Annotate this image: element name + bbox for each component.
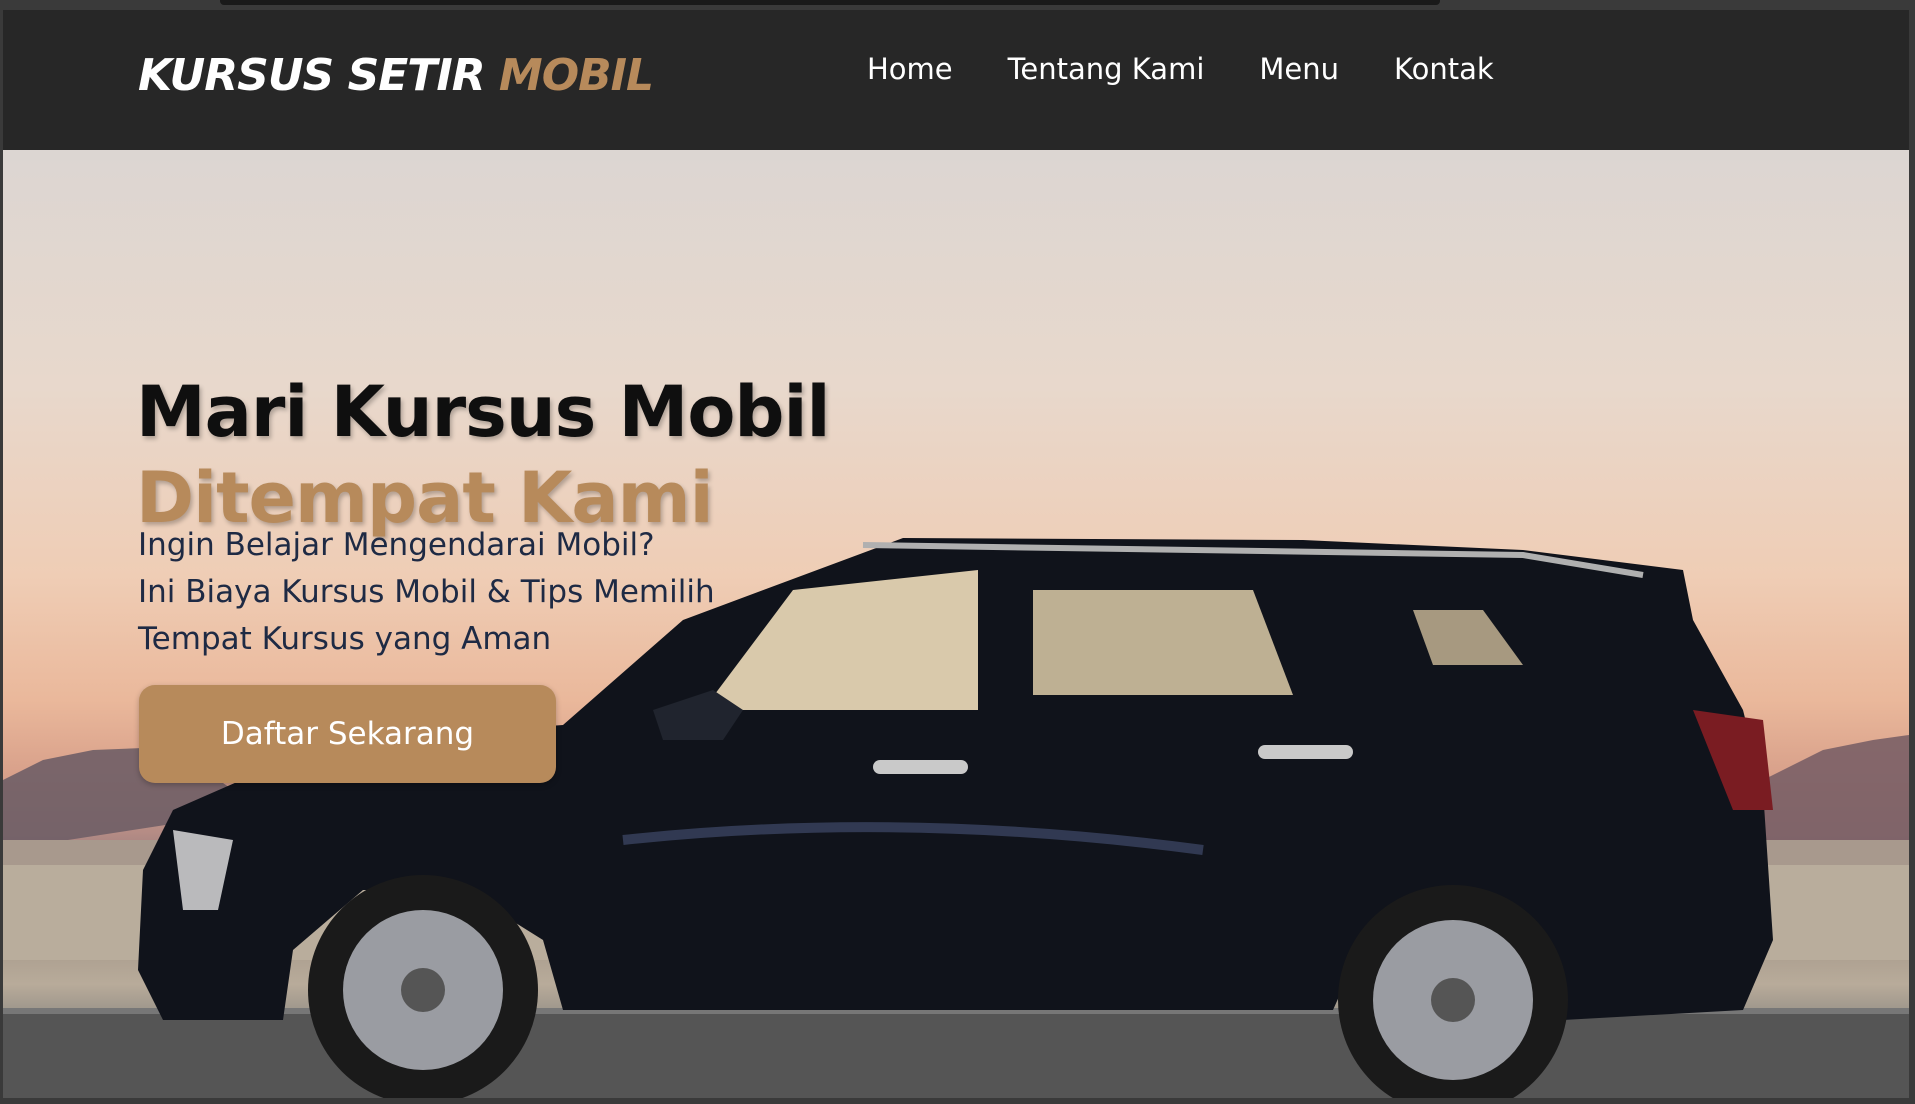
hero-subtitle: Ingin Belajar Mengendarai Mobil? Ini Bia… xyxy=(138,522,715,663)
window-top-strip xyxy=(220,0,1440,5)
logo-text-primary: KURSUS SETIR xyxy=(138,50,499,101)
front-wheel-hub xyxy=(401,968,445,1012)
nav-link-kontak[interactable]: Kontak xyxy=(1394,52,1494,87)
main-nav: Home Tentang Kami Menu Kontak xyxy=(867,52,1549,87)
nav-link-tentang-kami[interactable]: Tentang Kami xyxy=(1008,52,1205,87)
rear-wheel-hub xyxy=(1431,978,1475,1022)
nav-link-menu[interactable]: Menu xyxy=(1259,52,1339,87)
door-handle-rear xyxy=(1258,745,1353,759)
daftar-sekarang-button[interactable]: Daftar Sekarang xyxy=(139,685,556,783)
navbar: KURSUS SETIR MOBIL Home Tentang Kami Men… xyxy=(3,10,1909,150)
hero-subtitle-line: Ingin Belajar Mengendarai Mobil? xyxy=(138,527,655,563)
car-window-middle xyxy=(1033,590,1293,695)
site-logo[interactable]: KURSUS SETIR MOBIL xyxy=(138,54,654,98)
hero-section: Mari Kursus Mobil Ditempat Kami Ingin Be… xyxy=(3,150,1909,1098)
door-handle-front xyxy=(873,760,968,774)
hero-title: Mari Kursus Mobil Ditempat Kami xyxy=(136,369,831,541)
logo-text-accent: MOBIL xyxy=(498,50,654,101)
browser-frame: KURSUS SETIR MOBIL Home Tentang Kami Men… xyxy=(0,0,1915,1104)
nav-link-home[interactable]: Home xyxy=(867,52,953,87)
hero-subtitle-line: Ini Biaya Kursus Mobil & Tips Memilih xyxy=(138,574,715,610)
hero-subtitle-line: Tempat Kursus yang Aman xyxy=(138,621,552,657)
hero-title-line1: Mari Kursus Mobil xyxy=(136,370,831,453)
